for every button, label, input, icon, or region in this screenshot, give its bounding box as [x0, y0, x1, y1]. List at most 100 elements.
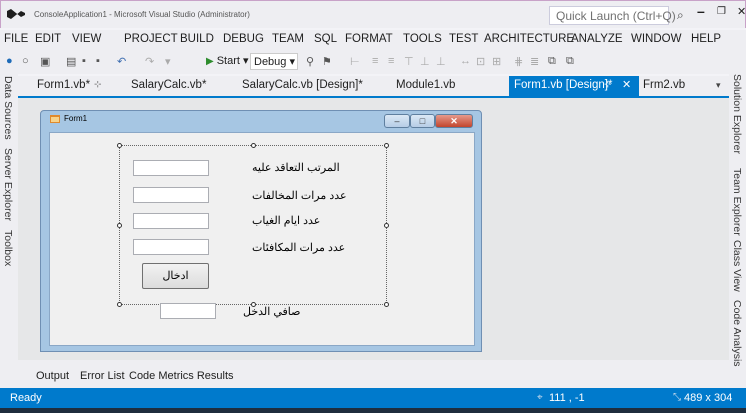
- navigate-back-icon[interactable]: ●: [6, 55, 13, 67]
- form-caption-buttons: – □ ✕: [384, 114, 476, 129]
- taskbar: [0, 408, 746, 413]
- form-maximize-button[interactable]: □: [410, 114, 435, 128]
- tab-frm2-vb[interactable]: Frm2.vb: [643, 79, 685, 91]
- menu-file[interactable]: FILE: [4, 33, 28, 45]
- tab-output[interactable]: Output: [36, 370, 69, 382]
- net-income-label: صافي الدخل: [243, 306, 301, 318]
- menu-format[interactable]: FORMAT: [345, 33, 393, 45]
- submit-button[interactable]: ادخال: [142, 263, 209, 289]
- menu-tools[interactable]: TOOLS: [403, 33, 442, 45]
- tab-data-sources[interactable]: Data Sources: [2, 76, 14, 140]
- status-text: Ready: [10, 392, 42, 404]
- size-icon: ⤡: [673, 392, 681, 403]
- send-to-back-icon[interactable]: ⧉: [566, 55, 574, 68]
- menu-sql[interactable]: SQL: [314, 33, 337, 45]
- resize-handle[interactable]: [117, 143, 122, 148]
- tab-form1-design-active[interactable]: Form1.vb [Design]* ⊹ ✕: [509, 76, 639, 96]
- menu-analyze[interactable]: ANALYZE: [571, 33, 623, 45]
- quick-launch-input[interactable]: Quick Launch (Ctrl+Q): [549, 6, 676, 25]
- save-icon[interactable]: ▪: [82, 55, 86, 67]
- save-all-icon[interactable]: ▪: [96, 55, 100, 67]
- contract-salary-textbox[interactable]: [133, 160, 209, 176]
- resize-handle[interactable]: [384, 223, 389, 228]
- status-position: 111 , -1: [549, 392, 585, 404]
- tab-team-explorer[interactable]: Team Explorer: [731, 168, 743, 236]
- bonuses-count-textbox[interactable]: [133, 239, 209, 255]
- tab-solution-explorer[interactable]: Solution Explorer: [731, 74, 743, 154]
- tab-code-analysis[interactable]: Code Analysis: [731, 300, 743, 367]
- pin-icon[interactable]: ⊹: [94, 79, 102, 90]
- resize-handle[interactable]: [251, 143, 256, 148]
- contract-salary-label: المرتب التعاقد عليه: [252, 162, 340, 174]
- align-middles-icon[interactable]: ⊥: [420, 55, 430, 68]
- open-file-icon[interactable]: ▤: [66, 55, 76, 68]
- tab-salarycalc-design[interactable]: SalaryCalc.vb [Design]*: [242, 79, 363, 91]
- menu-help[interactable]: HELP: [691, 33, 721, 45]
- resize-handle[interactable]: [384, 302, 389, 307]
- bring-to-front-icon[interactable]: ⧉: [548, 55, 556, 68]
- position-icon: ⌖: [537, 392, 543, 403]
- tab-form1-vb[interactable]: Form1.vb*: [37, 79, 90, 91]
- form-client-area: المرتب التعاقد عليه عدد مرات المخالفات ع…: [49, 132, 475, 346]
- menu-architecture[interactable]: ARCHITECTURE: [484, 33, 574, 45]
- pin-tab-icon[interactable]: ⊹: [604, 79, 612, 90]
- size-to-grid-icon[interactable]: ⊞: [492, 55, 501, 68]
- align-lefts-icon[interactable]: ⊢: [350, 55, 360, 68]
- start-debugging-button[interactable]: ▶ Start ▾: [206, 54, 249, 67]
- find-icon[interactable]: ⚲: [306, 55, 314, 68]
- align-bottoms-icon[interactable]: ⊥: [436, 55, 446, 68]
- menu-view[interactable]: VIEW: [72, 33, 101, 45]
- absence-days-textbox[interactable]: [133, 213, 209, 229]
- align-centers-icon[interactable]: ≡: [372, 55, 378, 67]
- search-icon[interactable]: ⌕: [677, 8, 684, 23]
- resize-handle[interactable]: [117, 302, 122, 307]
- violations-count-textbox[interactable]: [133, 187, 209, 203]
- absence-days-label: عدد ايام الغياب: [252, 215, 321, 227]
- attach-icon[interactable]: ⚑: [322, 55, 332, 68]
- tab-error-list[interactable]: Error List: [80, 370, 125, 382]
- restore-button[interactable]: ❐: [717, 6, 726, 17]
- solution-configuration-select[interactable]: Debug ▾: [250, 53, 298, 70]
- tab-class-view[interactable]: Class View: [731, 240, 743, 292]
- menu-bar: FILE EDIT VIEW PROJECT BUILD DEBUG TEAM …: [0, 30, 746, 50]
- close-tab-icon[interactable]: ✕: [622, 78, 631, 91]
- net-income-textbox[interactable]: [160, 303, 216, 319]
- start-label: Start: [216, 55, 240, 67]
- close-button[interactable]: ✕: [737, 5, 746, 18]
- window-title: ConsoleApplication1 - Microsoft Visual S…: [34, 10, 250, 19]
- tab-form1-design-label: Form1.vb [Design]*: [514, 79, 613, 91]
- tab-module1-vb[interactable]: Module1.vb: [396, 79, 455, 91]
- tab-toolbox[interactable]: Toolbox: [2, 230, 14, 266]
- align-rights-icon[interactable]: ≡: [388, 55, 394, 67]
- resize-handle[interactable]: [117, 223, 122, 228]
- form-window[interactable]: Form1 – □ ✕ المرتب التعاقد عليه عدد مرات…: [40, 110, 482, 352]
- menu-test[interactable]: TEST: [449, 33, 478, 45]
- align-tops-icon[interactable]: ⊤: [404, 55, 414, 68]
- menu-window[interactable]: WINDOW: [631, 33, 681, 45]
- navigate-forward-icon[interactable]: ○: [22, 55, 29, 67]
- menu-team[interactable]: TEAM: [272, 33, 304, 45]
- resize-handle[interactable]: [384, 143, 389, 148]
- make-same-height-icon[interactable]: ⊡: [476, 55, 485, 68]
- bottom-panel-tabs: Output Error List Code Metrics Results: [18, 360, 729, 388]
- tab-server-explorer[interactable]: Server Explorer: [2, 148, 14, 221]
- minimize-button[interactable]: –: [697, 3, 705, 19]
- vertical-spacing-icon[interactable]: ≣: [530, 55, 539, 68]
- redo-dropdown-icon[interactable]: ▾: [165, 55, 171, 68]
- make-same-width-icon[interactable]: ↔: [460, 55, 471, 67]
- form-icon: [50, 115, 60, 123]
- document-tabs: Form1.vb* ⊹ SalaryCalc.vb* SalaryCalc.vb…: [18, 76, 729, 96]
- new-project-icon[interactable]: ▣: [40, 55, 50, 68]
- undo-icon[interactable]: ↶: [117, 55, 126, 68]
- menu-edit[interactable]: EDIT: [35, 33, 61, 45]
- form-minimize-button[interactable]: –: [384, 114, 410, 128]
- menu-project[interactable]: PROJECT: [124, 33, 178, 45]
- tabs-dropdown-icon[interactable]: ▾: [716, 80, 721, 91]
- menu-build[interactable]: BUILD: [180, 33, 214, 45]
- horizontal-spacing-icon[interactable]: ⋕: [514, 55, 523, 68]
- form-close-button[interactable]: ✕: [435, 114, 473, 128]
- redo-icon[interactable]: ↷: [145, 55, 154, 68]
- tab-code-metrics-results[interactable]: Code Metrics Results: [129, 370, 234, 382]
- menu-debug[interactable]: DEBUG: [223, 33, 264, 45]
- tab-salarycalc-vb[interactable]: SalaryCalc.vb*: [131, 79, 206, 91]
